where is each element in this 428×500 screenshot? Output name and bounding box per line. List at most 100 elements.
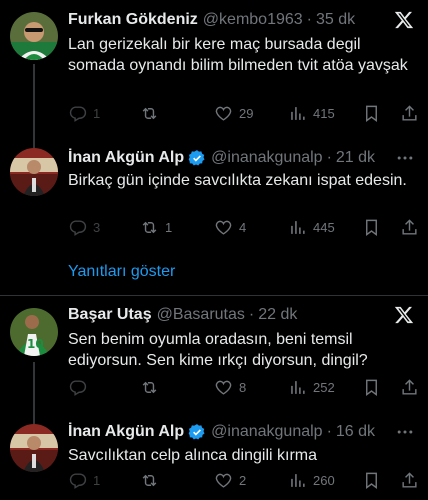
retweet-button[interactable] — [140, 378, 165, 397]
views-button[interactable]: 445 — [288, 218, 335, 237]
reply-count: 1 — [93, 473, 101, 488]
tweet-text: Sen benim oyumla oradasın, beni temsil e… — [68, 331, 368, 369]
author-name[interactable]: Furkan Gökdeniz — [68, 10, 198, 30]
analytics-icon — [291, 107, 305, 120]
x-logo-icon — [394, 305, 414, 325]
tweet-header: Furkan Gökdeniz @kembo1963 · 35 dk — [68, 10, 355, 30]
bookmark-button[interactable] — [362, 471, 381, 490]
share-button[interactable] — [400, 218, 419, 237]
tweet-header: İnan Akgün Alp @inanakgunalp · 21 dk — [68, 148, 375, 168]
verified-badge-icon — [188, 424, 205, 440]
like-count: 8 — [239, 380, 247, 395]
tweet-text: Lan gerizekalı bir kere maç bursada degi… — [68, 36, 408, 74]
thread-line — [33, 64, 35, 148]
retweet-count: 1 — [165, 220, 173, 235]
tweet-actions: 1 29 415 — [68, 104, 418, 124]
retweet-icon — [142, 474, 157, 487]
views-count: 445 — [313, 220, 335, 235]
views-button[interactable]: 260 — [288, 471, 335, 490]
svg-text:10: 10 — [27, 337, 44, 351]
reply-icon — [69, 380, 87, 396]
thread-line — [33, 362, 35, 424]
share-icon — [402, 219, 417, 235]
avatar[interactable] — [10, 148, 58, 196]
like-button[interactable]: 8 — [214, 378, 246, 397]
views-button[interactable]: 415 — [288, 104, 335, 123]
views-button[interactable]: 252 — [288, 378, 335, 397]
heart-icon — [215, 473, 232, 488]
analytics-icon — [291, 474, 305, 487]
tweet-header: Başar Utaş @Basarutas · 22 dk — [68, 305, 297, 325]
like-count: 29 — [239, 106, 254, 121]
retweet-button[interactable]: 1 — [140, 218, 172, 237]
author-handle[interactable]: @kembo1963 — [203, 10, 303, 30]
analytics-icon — [291, 221, 305, 234]
verified-badge-icon — [188, 150, 205, 166]
share-icon — [402, 472, 417, 488]
author-handle[interactable]: @inanakgunalp — [211, 422, 322, 442]
bookmark-icon — [366, 379, 377, 397]
separator-dot: · — [306, 11, 312, 28]
like-button[interactable]: 29 — [214, 104, 253, 123]
timestamp[interactable]: 35 dk — [316, 10, 355, 30]
reply-icon — [69, 473, 87, 489]
tweet-header: İnan Akgün Alp @inanakgunalp · 16 dk — [68, 422, 375, 442]
separator-dot: · — [326, 423, 332, 440]
separator-dot: · — [326, 149, 332, 166]
separator-dot: · — [248, 306, 255, 323]
timestamp[interactable]: 22 dk — [258, 305, 297, 325]
bookmark-icon — [366, 472, 377, 490]
divider — [0, 295, 428, 296]
author-handle[interactable]: @Basarutas — [157, 305, 245, 325]
retweet-icon — [142, 221, 157, 234]
bookmark-button[interactable] — [362, 104, 381, 123]
bookmark-button[interactable] — [362, 378, 381, 397]
more-icon[interactable] — [394, 422, 416, 442]
avatar[interactable] — [10, 424, 58, 472]
reply-button[interactable]: 3 — [68, 218, 100, 237]
reply-icon — [69, 106, 87, 122]
tweet-text: Savcılıktan celp alınca dingili kırma — [68, 447, 317, 464]
reply-count: 3 — [93, 220, 101, 235]
share-icon — [402, 379, 417, 395]
heart-icon — [215, 106, 232, 121]
author-name[interactable]: Başar Utaş — [68, 305, 152, 325]
share-button[interactable] — [400, 471, 419, 490]
heart-icon — [215, 380, 232, 395]
retweet-icon — [142, 107, 157, 120]
author-name[interactable]: İnan Akgün Alp — [68, 148, 184, 168]
avatar[interactable]: 10 — [10, 308, 58, 356]
reply-button[interactable]: 1 — [68, 104, 100, 123]
like-count: 4 — [239, 220, 247, 235]
tweet-text: Birkaç gün içinde savcılıkta zekanı ispa… — [68, 172, 407, 189]
show-replies-link[interactable]: Yanıtları göster — [68, 262, 175, 282]
bookmark-icon — [366, 105, 377, 123]
tweet-actions: 1 2 260 — [68, 471, 418, 491]
reply-count: 1 — [93, 106, 101, 121]
views-count: 260 — [313, 473, 335, 488]
reply-button[interactable] — [68, 378, 93, 397]
tweet-actions: 8 252 — [68, 378, 418, 398]
timestamp[interactable]: 21 dk — [336, 148, 375, 168]
bookmark-button[interactable] — [362, 218, 381, 237]
author-handle[interactable]: @inanakgunalp — [211, 148, 322, 168]
like-count: 2 — [239, 473, 247, 488]
bookmark-icon — [366, 219, 377, 237]
retweet-button[interactable] — [140, 104, 165, 123]
views-count: 252 — [313, 380, 335, 395]
timestamp[interactable]: 16 dk — [336, 422, 375, 442]
like-button[interactable]: 4 — [214, 218, 246, 237]
avatar[interactable] — [10, 12, 58, 60]
share-button[interactable] — [400, 378, 419, 397]
heart-icon — [215, 220, 232, 235]
retweet-icon — [142, 381, 157, 394]
retweet-button[interactable] — [140, 471, 165, 490]
reply-icon — [69, 220, 87, 236]
tweet-actions: 3 1 4 445 — [68, 218, 418, 238]
share-button[interactable] — [400, 104, 419, 123]
reply-button[interactable]: 1 — [68, 471, 100, 490]
like-button[interactable]: 2 — [214, 471, 246, 490]
author-name[interactable]: İnan Akgün Alp — [68, 422, 184, 442]
x-logo-icon — [394, 10, 414, 30]
more-icon[interactable] — [394, 148, 416, 168]
